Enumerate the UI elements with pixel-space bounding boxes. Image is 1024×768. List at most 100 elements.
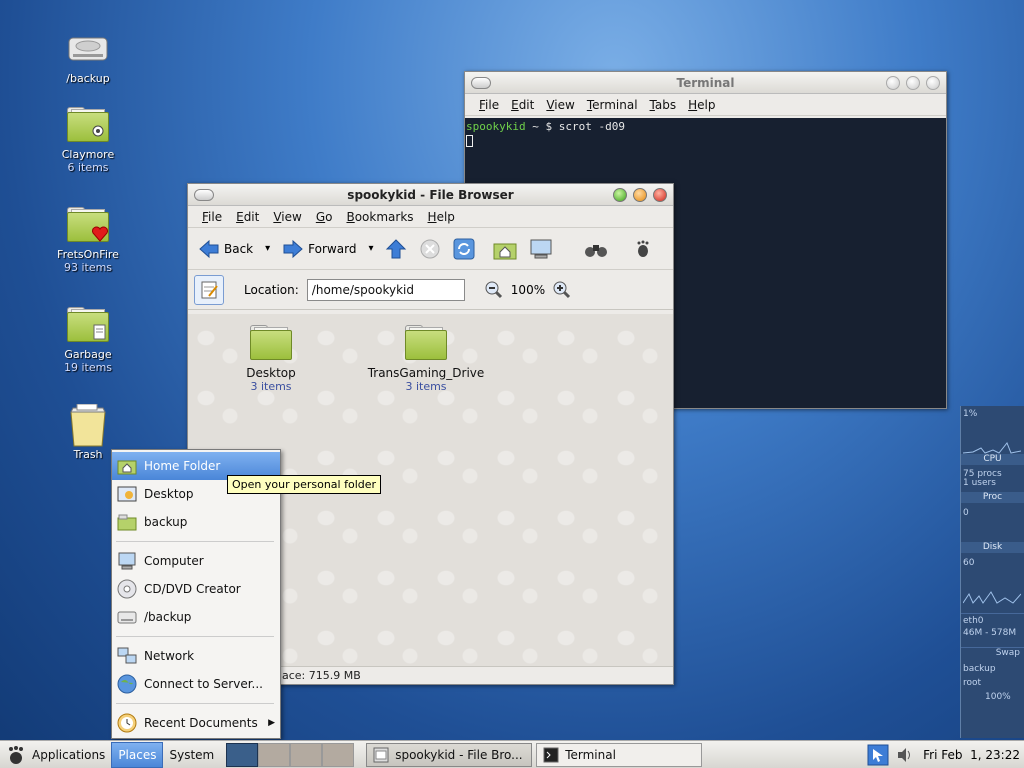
window-menu-button[interactable] — [471, 77, 491, 89]
workspace-2[interactable] — [258, 742, 291, 767]
home-folder-icon — [116, 456, 138, 476]
taskbar-file-browser[interactable]: spookykid - File Bro... — [366, 742, 533, 767]
desktop-icon — [116, 484, 138, 504]
reload-button[interactable] — [449, 233, 479, 265]
globe-icon — [116, 674, 138, 694]
forward-dropdown-icon[interactable]: ▾ — [368, 243, 373, 254]
back-dropdown-icon[interactable]: ▾ — [265, 243, 270, 254]
applications-menu-button[interactable]: Applications — [0, 742, 111, 768]
desktop-icon-fretsonfire[interactable]: FretsOnFire 93 items — [43, 204, 133, 274]
file-browser-title: spookykid - File Browser — [347, 188, 514, 202]
places-recent-documents[interactable]: Recent Documents ▶ — [112, 709, 280, 737]
terminal-menu-file[interactable]: File — [473, 98, 505, 112]
update-notifier-icon[interactable] — [867, 744, 889, 766]
edit-note-icon — [201, 281, 218, 298]
fb-menu-edit[interactable]: Edit — [230, 210, 265, 224]
terminal-menu-edit[interactable]: Edit — [505, 98, 540, 112]
terminal-menu-terminal[interactable]: Terminal — [581, 98, 644, 112]
menu-item-label: CD/DVD Creator — [144, 582, 241, 596]
maximize-button[interactable] — [906, 76, 920, 90]
places-backup[interactable]: backup — [112, 508, 280, 536]
clock-icon — [116, 713, 138, 733]
desktop-icon-label: FretsOnFire — [57, 248, 119, 261]
menu-item-label: Home Folder — [144, 459, 221, 473]
toggle-location-button[interactable] — [194, 274, 224, 305]
file-item-transgaming[interactable]: TransGaming_Drive 3 items — [364, 322, 488, 393]
workspace-3[interactable] — [290, 742, 323, 767]
menu-item-label: Connect to Server... — [144, 677, 263, 691]
maximize-button[interactable] — [633, 188, 647, 202]
folder-link-icon — [403, 322, 449, 366]
up-arrow-icon — [386, 238, 407, 258]
places-connect-server[interactable]: Connect to Server... — [112, 670, 280, 698]
binoculars-icon — [585, 244, 608, 257]
computer-icon — [530, 239, 552, 258]
stop-button[interactable] — [415, 233, 445, 265]
desktop-icon-count: 93 items — [63, 261, 113, 274]
places-label: Places — [118, 747, 157, 762]
menu-separator — [116, 636, 274, 637]
zoom-level[interactable]: 100% — [511, 283, 545, 297]
places-backup-drive[interactable]: /backup — [112, 603, 280, 631]
file-browser-titlebar[interactable]: spookykid - File Browser — [188, 184, 673, 206]
computer-button[interactable] — [525, 233, 557, 265]
fb-menu-file[interactable]: File — [196, 210, 228, 224]
location-label: Location: — [244, 282, 299, 297]
taskbar-terminal[interactable]: Terminal — [536, 742, 703, 767]
desktop-icon-label: /backup — [66, 72, 110, 85]
places-computer[interactable]: Computer — [112, 547, 280, 575]
back-button[interactable]: Back ▾ — [194, 233, 274, 265]
reload-icon — [453, 238, 475, 259]
minimize-button[interactable] — [613, 188, 627, 202]
applications-label: Applications — [32, 747, 106, 762]
zoom-in-icon[interactable] — [553, 281, 571, 299]
close-button[interactable] — [926, 76, 940, 90]
system-menu-button[interactable]: System — [163, 742, 220, 768]
folder-icon — [248, 322, 294, 366]
window-menu-button[interactable] — [194, 189, 214, 201]
forward-button[interactable]: Forward ▾ — [278, 233, 377, 265]
terminal-cursor — [466, 135, 473, 147]
system-label: System — [169, 747, 215, 762]
search-button[interactable] — [579, 233, 613, 265]
bottom-panel: Applications Places System spookykid - F… — [0, 740, 1024, 768]
close-button[interactable] — [653, 188, 667, 202]
mem-usage: 46M - 578M — [963, 628, 1017, 638]
clock[interactable]: Fri Feb 1, 23:22 — [923, 748, 1020, 762]
fb-menu-help[interactable]: Help — [422, 210, 461, 224]
fb-menu-bookmarks[interactable]: Bookmarks — [340, 210, 419, 224]
gnome-foot-icon — [631, 233, 655, 265]
terminal-titlebar[interactable]: Terminal — [465, 72, 946, 94]
menu-item-label: Recent Documents — [144, 716, 258, 730]
harddrive-icon — [116, 607, 138, 627]
terminal-menu-view[interactable]: View — [540, 98, 580, 112]
places-network[interactable]: Network — [112, 642, 280, 670]
desktop-icon-garbage[interactable]: Garbage 19 items — [43, 304, 133, 374]
volume-icon[interactable] — [895, 745, 915, 765]
terminal-menu-help[interactable]: Help — [682, 98, 721, 112]
places-menu-button[interactable]: Places — [111, 741, 164, 768]
home-folder-icon — [493, 243, 517, 259]
up-button[interactable] — [381, 233, 411, 265]
free-space: ace: 715.9 MB — [282, 669, 361, 682]
terminal-menu-tabs[interactable]: Tabs — [644, 98, 683, 112]
file-item-desktop[interactable]: Desktop 3 items — [238, 322, 304, 393]
root-fs-label: root — [963, 678, 982, 688]
places-cd-dvd-creator[interactable]: CD/DVD Creator — [112, 575, 280, 603]
trash-icon — [65, 403, 111, 447]
workspace-1[interactable] — [226, 742, 259, 767]
minimize-button[interactable] — [886, 76, 900, 90]
desktop-icon-claymore[interactable]: Claymore 6 items — [43, 104, 133, 174]
back-arrow-icon — [199, 239, 219, 258]
zoom-out-icon[interactable] — [485, 281, 503, 299]
workspace-4[interactable] — [322, 742, 355, 767]
location-input[interactable] — [306, 278, 465, 301]
home-button[interactable] — [489, 233, 521, 265]
fb-menu-view[interactable]: View — [267, 210, 307, 224]
back-label: Back — [224, 241, 254, 256]
fb-menu-go[interactable]: Go — [310, 210, 339, 224]
folder-icon — [65, 104, 111, 144]
network-icon — [116, 646, 138, 666]
workspace-switcher[interactable] — [226, 742, 355, 767]
desktop-icon-backup-drive[interactable]: /backup — [43, 28, 133, 85]
